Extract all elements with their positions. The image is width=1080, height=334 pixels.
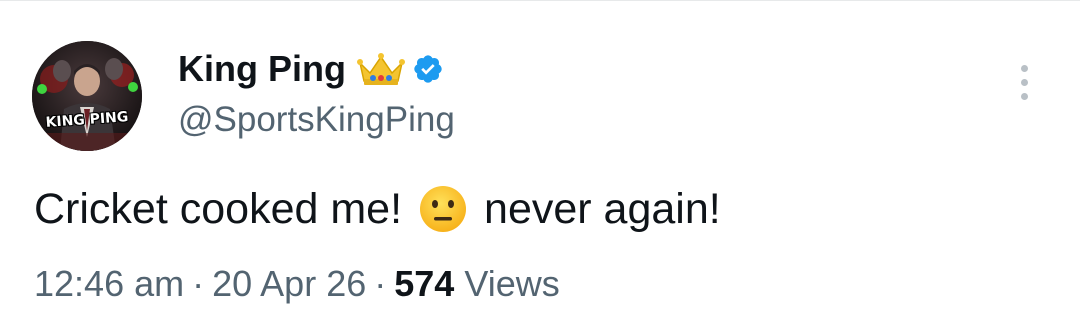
display-name[interactable]: King Ping [178,43,346,95]
avatar[interactable]: KING PING [32,41,142,151]
author-handle[interactable]: @SportsKingPing [178,95,455,145]
tweet-time[interactable]: 12:46 am [34,263,184,304]
avatar-image [32,41,142,151]
views-label: Views [464,263,560,304]
crown-icon [356,51,406,87]
more-options-button[interactable] [1008,59,1040,105]
verified-badge-icon[interactable] [412,53,444,85]
tweet-text-part-2: never again! [484,185,721,233]
meta-separator: · [192,263,205,304]
more-vertical-icon [1020,64,1028,72]
more-vertical-icon-dot [1020,92,1028,100]
author-name-row: King Ping [178,43,444,95]
views-count[interactable]: 574 [394,263,454,304]
tweet-card: KING PING King Ping @SportsKingPing Cric… [0,0,1080,334]
neutral-face-icon [418,184,468,234]
more-vertical-icon-dot [1020,78,1028,86]
tweet-text: Cricket cooked me! never again! [34,179,721,239]
tweet-text-part-1: Cricket cooked me! [34,185,403,233]
tweet-date[interactable]: 20 Apr 26 [212,263,366,304]
meta-separator: · [374,263,387,304]
tweet-meta: 12:46 am · 20 Apr 26 · 574 Views [34,259,560,309]
